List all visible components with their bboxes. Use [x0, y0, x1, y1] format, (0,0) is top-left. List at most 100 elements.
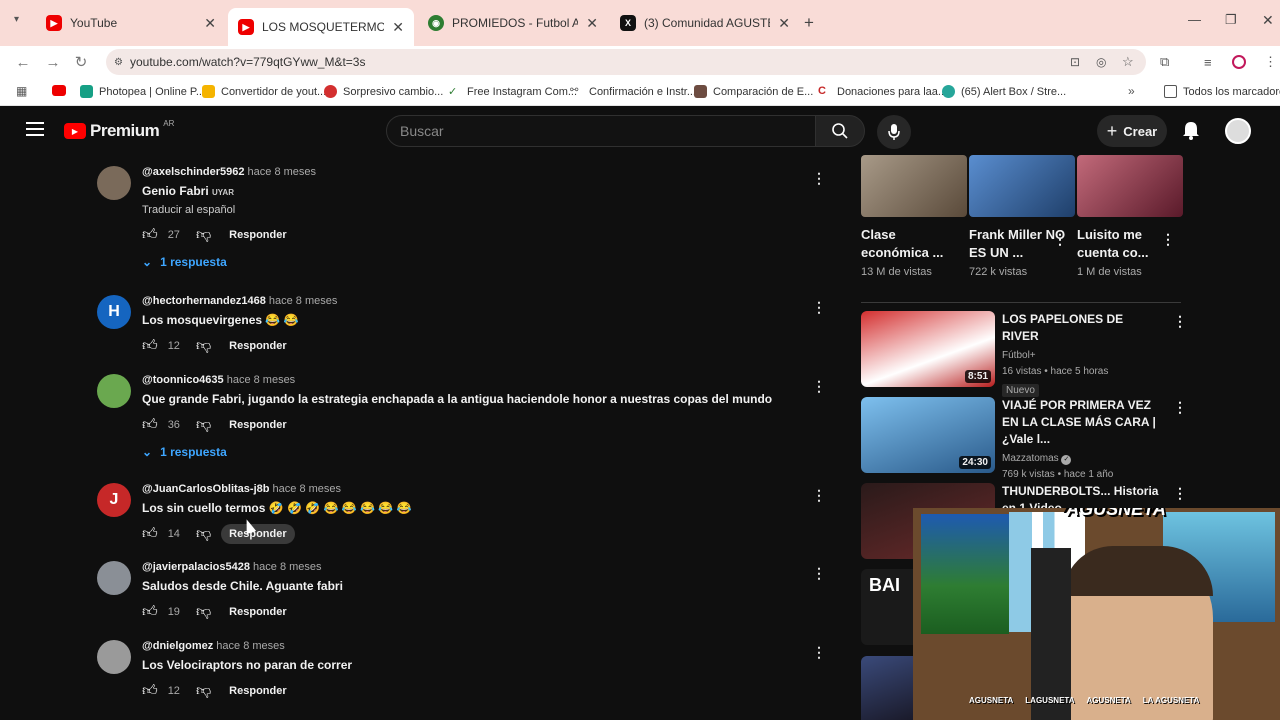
dislike-icon[interactable]: 👎︎	[196, 226, 211, 244]
hamburger-menu-icon[interactable]	[26, 122, 44, 136]
tab-youtube[interactable]: ▶ YouTube ✕	[36, 8, 226, 38]
apps-icon[interactable]: ▦	[16, 84, 27, 98]
bookmark-comparacion[interactable]: Comparación de E...	[694, 85, 813, 98]
more-options-icon[interactable]: ⋮	[811, 487, 827, 504]
more-options-icon[interactable]: ⋮	[811, 378, 827, 395]
close-icon[interactable]: ✕	[392, 19, 404, 36]
close-icon[interactable]: ✕	[204, 15, 216, 32]
more-options-icon[interactable]: ⋮	[1053, 231, 1067, 248]
tab-promiedos[interactable]: ◉ PROMIEDOS - Futbol Argentina ✕	[418, 8, 608, 38]
notifications-bell-icon[interactable]	[1182, 120, 1200, 145]
video-thumbnail[interactable]: 8:51	[861, 311, 995, 387]
more-options-icon[interactable]: ⋮	[1161, 231, 1175, 248]
close-icon[interactable]: ✕	[586, 15, 598, 32]
menu-icon[interactable]: ⋮	[1264, 54, 1277, 70]
more-options-icon[interactable]: ⋮	[1173, 313, 1187, 330]
youtube-logo[interactable]: ▶ Premium AR	[64, 119, 174, 141]
new-tab-button[interactable]: +	[804, 13, 814, 33]
video-thumbnail[interactable]: 24:30	[861, 397, 995, 473]
comment-time[interactable]: hace 8 meses	[269, 295, 337, 307]
comment-time[interactable]: hace 8 meses	[216, 640, 284, 652]
comment-author[interactable]: @axelschinder5962	[142, 166, 244, 178]
close-icon[interactable]: ✕	[778, 15, 790, 32]
short-title[interactable]: Clase económica ...	[861, 226, 967, 262]
like-icon[interactable]: 👍︎	[142, 603, 158, 621]
reply-button[interactable]: Responder	[221, 415, 294, 435]
star-icon[interactable]: ☆	[1122, 54, 1134, 70]
more-options-icon[interactable]: ⋮	[811, 299, 827, 316]
forward-icon[interactable]: →	[38, 54, 68, 71]
maximize-button[interactable]: ❐	[1225, 12, 1237, 28]
dislike-icon[interactable]: 👎︎	[196, 337, 211, 355]
short-item[interactable]: Luisito me cuenta co... 1 M de vistas	[1077, 155, 1183, 278]
dislike-icon[interactable]: 👎︎	[196, 682, 211, 700]
reload-icon[interactable]: ↻	[66, 53, 96, 71]
video-channel[interactable]: Mazzatomas	[1002, 453, 1059, 464]
search-input[interactable]: Buscar	[386, 115, 816, 147]
video-title[interactable]: LOS PAPELONES DE RIVER	[1002, 311, 1162, 345]
reply-button[interactable]: Responder	[221, 336, 294, 356]
address-input[interactable]: ⚙ youtube.com/watch?v=779qtGYww_M&t=3s ⊡…	[106, 49, 1146, 75]
like-icon[interactable]: 👍︎	[142, 525, 158, 543]
reply-button[interactable]: Responder	[221, 225, 294, 245]
comment-time[interactable]: hace 8 meses	[273, 483, 341, 495]
youtube-bookmark-icon[interactable]	[52, 85, 66, 96]
short-thumbnail[interactable]	[1077, 155, 1183, 217]
profile-icon[interactable]	[1232, 55, 1246, 69]
reply-button[interactable]: Responder	[221, 524, 295, 544]
avatar[interactable]	[97, 561, 131, 595]
bookmark-alertbox[interactable]: (65) Alert Box / Stre...	[942, 85, 1066, 98]
like-icon[interactable]: 👍︎	[142, 226, 158, 244]
bookmark-photopea[interactable]: Photopea | Online P...	[80, 85, 205, 98]
view-replies-button[interactable]: ⌄ 1 respuesta	[142, 445, 772, 459]
dislike-icon[interactable]: 👎︎	[196, 525, 211, 543]
more-options-icon[interactable]: ⋮	[811, 644, 827, 661]
more-options-icon[interactable]: ⋮	[811, 565, 827, 582]
more-options-icon[interactable]: ⋮	[811, 170, 827, 187]
comment-time[interactable]: hace 8 meses	[253, 561, 321, 573]
eye-off-icon[interactable]: ◎	[1096, 55, 1106, 69]
more-options-icon[interactable]: ⋮	[1173, 485, 1187, 502]
comment-time[interactable]: hace 8 meses	[227, 374, 295, 386]
short-thumbnail[interactable]	[969, 155, 1075, 217]
video-thumbnail[interactable]	[861, 656, 913, 720]
short-thumbnail[interactable]	[861, 155, 967, 217]
reply-button[interactable]: Responder	[221, 602, 294, 622]
bookmark-instagram[interactable]: ✓ Free Instagram Com...	[448, 85, 577, 99]
related-video[interactable]: 24:30 VIAJÉ POR PRIMERA VEZ EN LA CLASE …	[861, 397, 1187, 480]
comment-author[interactable]: @JuanCarlosOblitas-j8b	[142, 483, 269, 495]
install-icon[interactable]: ⊡	[1070, 55, 1080, 69]
avatar[interactable]	[97, 166, 131, 200]
dislike-icon[interactable]: 👎︎	[196, 416, 211, 434]
avatar[interactable]	[97, 640, 131, 674]
short-item[interactable]: Frank Miller NO ES UN ... 722 k vistas	[969, 155, 1075, 278]
bookmark-all[interactable]: Todos los marcadores	[1164, 85, 1280, 98]
create-button[interactable]: + Crear	[1097, 115, 1167, 147]
bookmark-donaciones[interactable]: C Donaciones para laa...	[818, 85, 947, 98]
more-bookmarks-icon[interactable]: »	[1128, 84, 1135, 98]
minimize-button[interactable]: —	[1188, 12, 1201, 27]
account-avatar[interactable]	[1225, 118, 1251, 144]
video-title[interactable]: VIAJÉ POR PRIMERA VEZ EN LA CLASE MÁS CA…	[1002, 397, 1162, 448]
comment-author[interactable]: @toonnico4635	[142, 374, 224, 386]
tab-comunidad[interactable]: X (3) Comunidad AGUSTETISMO ✕	[610, 8, 800, 38]
tab-list-dropdown[interactable]: ▾	[14, 14, 19, 25]
back-icon[interactable]: ←	[8, 54, 38, 71]
like-icon[interactable]: 👍︎	[142, 682, 158, 700]
comment-time[interactable]: hace 8 meses	[248, 166, 316, 178]
video-thumbnail[interactable]: BAI	[861, 569, 913, 645]
view-replies-button[interactable]: ⌄ 1 respuesta	[142, 255, 316, 269]
dislike-icon[interactable]: 👎︎	[196, 603, 211, 621]
avatar[interactable]: H	[97, 295, 131, 329]
short-item[interactable]: Clase económica ... 13 M de vistas	[861, 155, 967, 278]
avatar[interactable]: J	[97, 483, 131, 517]
reply-button[interactable]: Responder	[221, 681, 294, 701]
search-button[interactable]	[815, 115, 865, 147]
avatar[interactable]	[97, 374, 131, 408]
related-video[interactable]: 8:51 LOS PAPELONES DE RIVER Fútbol+ 16 v…	[861, 311, 1187, 397]
comment-author[interactable]: @dnielgomez	[142, 640, 213, 652]
voice-search-button[interactable]	[877, 115, 911, 149]
bookmark-confirmacion[interactable]: ⚯ Confirmación e Instr...	[570, 85, 696, 98]
tab-mosquetermos[interactable]: ▶ LOS MOSQUETERMOS COPARC ✕	[228, 8, 414, 46]
video-channel[interactable]: Fútbol+	[1002, 348, 1162, 364]
